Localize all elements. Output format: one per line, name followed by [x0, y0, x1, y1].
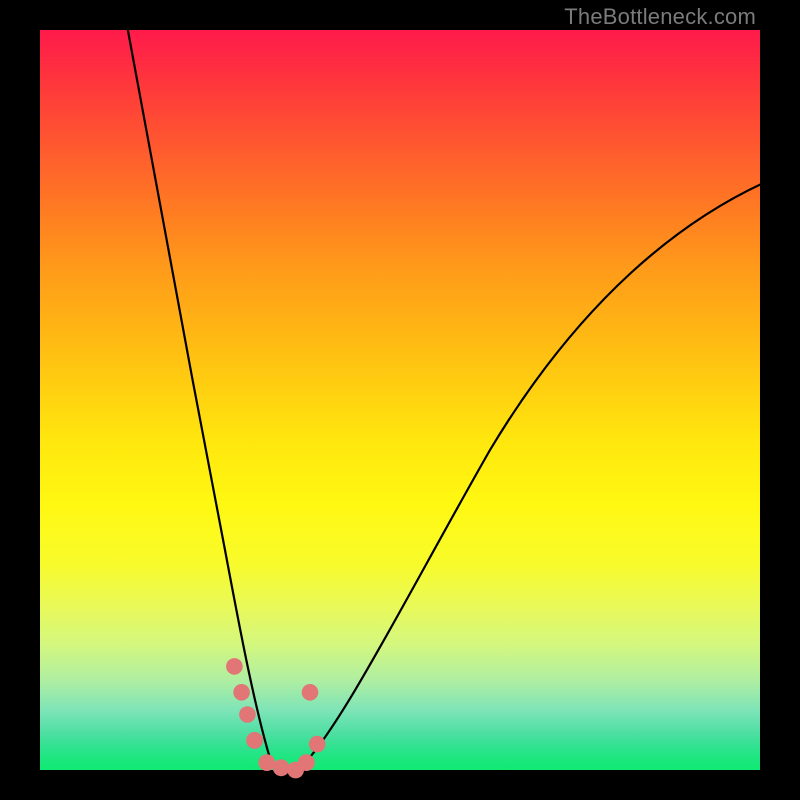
marker-dot [302, 684, 319, 701]
marker-dot [309, 736, 326, 753]
marker-dot [298, 754, 315, 771]
marker-group [226, 658, 325, 778]
attribution-text: TheBottleneck.com [564, 4, 756, 30]
marker-dot [246, 732, 263, 749]
curve-layer [40, 30, 760, 770]
right-curve [300, 180, 770, 768]
marker-dot [258, 754, 275, 771]
marker-dot [226, 658, 243, 675]
left-curve [126, 20, 272, 765]
plot-area [40, 30, 760, 770]
marker-dot [273, 759, 290, 776]
chart-frame: TheBottleneck.com [0, 0, 800, 800]
marker-dot [233, 684, 250, 701]
marker-dot [239, 706, 256, 723]
